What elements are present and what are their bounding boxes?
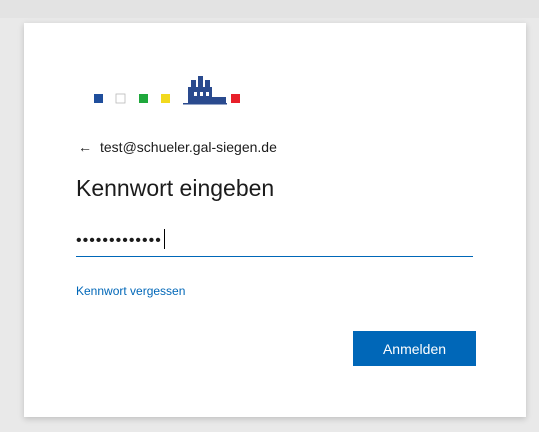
school-logo [94, 76, 240, 105]
logo-square-green [139, 94, 148, 103]
logo-square-red [231, 94, 240, 103]
signin-card: ← test@schueler.gal-siegen.de Kennwort e… [24, 23, 526, 417]
logo-square-yellow [161, 94, 170, 103]
account-row: ← test@schueler.gal-siegen.de [78, 139, 277, 155]
top-bar [0, 0, 539, 18]
castle-emblem-icon [183, 76, 227, 105]
password-input[interactable]: ••••••••••••• [76, 225, 473, 257]
forgot-password-link[interactable]: Kennwort vergessen [76, 284, 185, 298]
password-mask: ••••••••••••• [76, 232, 162, 249]
text-caret [163, 229, 165, 249]
logo-square-white [115, 93, 126, 104]
password-value: ••••••••••••• [76, 229, 165, 250]
page-title: Kennwort eingeben [76, 175, 275, 201]
arrow-left-icon[interactable]: ← [78, 139, 92, 155]
logo-square-blue [94, 94, 103, 103]
sign-in-button[interactable]: Anmelden [353, 331, 476, 366]
account-email: test@schueler.gal-siegen.de [100, 139, 277, 155]
